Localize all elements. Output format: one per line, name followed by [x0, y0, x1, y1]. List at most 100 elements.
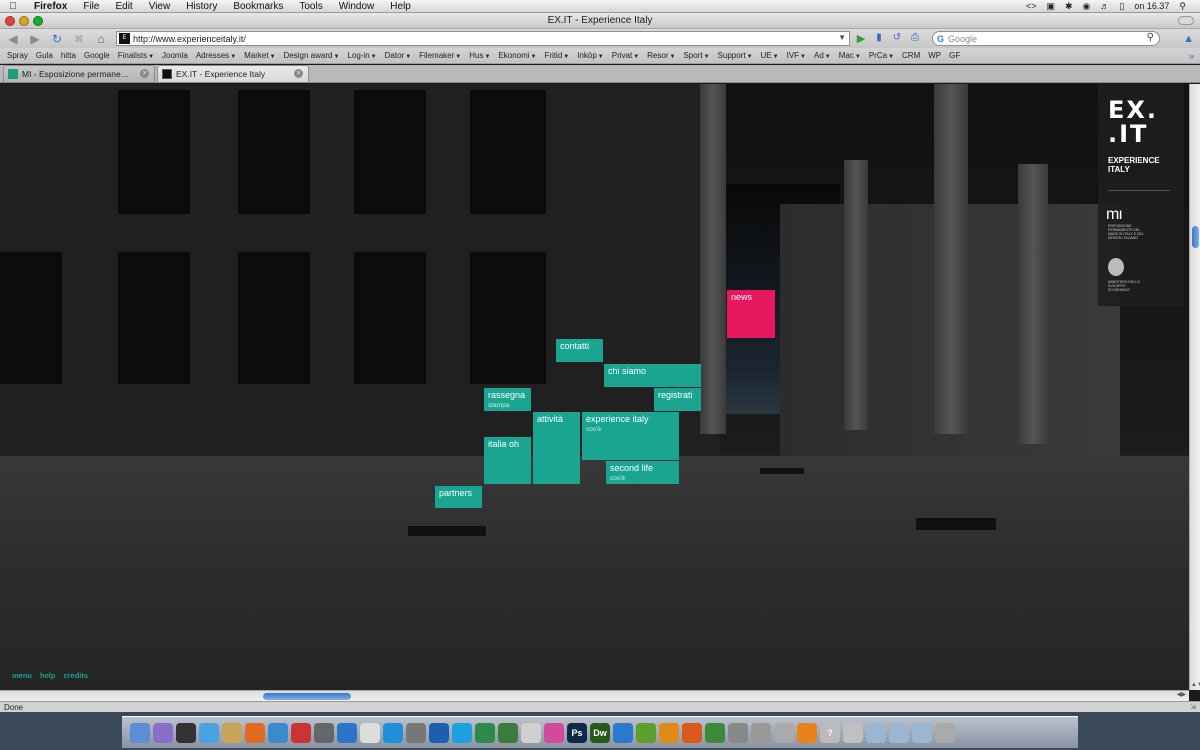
menu-app-firefox[interactable]: Firefox — [26, 0, 75, 13]
scroll-arrows-icon[interactable]: ▲▼ — [1191, 682, 1200, 688]
menu-window[interactable]: Window — [331, 0, 383, 13]
menu-file[interactable]: File — [75, 0, 107, 13]
bookmark-item[interactable]: Adresses▼ — [192, 51, 240, 60]
close-tab-icon[interactable]: × — [294, 69, 303, 78]
app-icon[interactable] — [383, 722, 403, 743]
bookmark-extension-icon[interactable]: ▮ — [872, 32, 886, 46]
menu-bookmarks[interactable]: Bookmarks — [225, 0, 291, 13]
menu-history[interactable]: History — [178, 0, 225, 13]
itunes-icon[interactable] — [268, 722, 288, 743]
app-icon[interactable] — [705, 722, 725, 743]
credits-link[interactable]: credits — [63, 671, 88, 680]
photobooth-icon[interactable] — [291, 722, 311, 743]
utility-icon[interactable] — [314, 722, 334, 743]
bookmark-item[interactable]: Gula — [32, 51, 57, 60]
sync-extension-icon[interactable]: ↺ — [890, 32, 904, 46]
url-bar[interactable]: E http://www.experienceitaly.it/ ▼ — [116, 31, 850, 46]
reload-button[interactable]: ↻ — [48, 31, 66, 47]
forward-button[interactable]: ▶ — [26, 31, 44, 47]
italia-oh-tile[interactable]: italia oh — [484, 437, 531, 484]
folder-icon[interactable] — [912, 722, 932, 743]
bookmark-item[interactable]: Market▼ — [240, 51, 279, 60]
bookmark-item[interactable]: Design award▼ — [280, 51, 344, 60]
app-icon[interactable] — [751, 722, 771, 743]
menu-tools[interactable]: Tools — [291, 0, 330, 13]
photoshop-icon[interactable]: Ps — [567, 722, 587, 743]
folder-icon[interactable] — [866, 722, 886, 743]
app-icon[interactable] — [475, 722, 495, 743]
app-icon[interactable] — [406, 722, 426, 743]
app-icon[interactable] — [544, 722, 564, 743]
url-text[interactable]: http://www.experienceitaly.it/ — [133, 34, 246, 44]
tab-exit[interactable]: EX.IT - Experience Italy × — [157, 65, 309, 82]
app-icon[interactable] — [682, 722, 702, 743]
menu-view[interactable]: View — [141, 0, 179, 13]
addon-icon[interactable]: ▲ — [1183, 33, 1194, 45]
registrati-tile[interactable]: registrati — [654, 388, 701, 411]
skype-icon[interactable] — [452, 722, 472, 743]
experience-italy-tile[interactable]: experience italy cos'è — [582, 412, 679, 460]
mi-logo[interactable]: mı — [1106, 206, 1123, 224]
stop-button[interactable]: ✖ — [70, 31, 88, 47]
app-icon[interactable] — [636, 722, 656, 743]
bookmark-item[interactable]: Sport▼ — [679, 51, 713, 60]
horizontal-scroll-thumb[interactable] — [263, 693, 351, 700]
bookmark-item[interactable]: Inköp▼ — [573, 51, 608, 60]
bookmark-item[interactable]: hitta — [57, 51, 80, 60]
bookmark-item[interactable]: Hus▼ — [465, 51, 494, 60]
app-icon[interactable] — [498, 722, 518, 743]
home-button[interactable]: ⌂ — [92, 31, 110, 47]
vlc-icon[interactable] — [797, 722, 817, 743]
app-icon[interactable] — [774, 722, 794, 743]
bookmark-item[interactable]: UE▼ — [757, 51, 783, 60]
google-engine-icon[interactable]: G — [937, 34, 944, 44]
news-tile[interactable]: news — [727, 290, 775, 338]
exit-logo[interactable]: EX. .IT — [1108, 98, 1158, 146]
attivita-tile[interactable]: attività — [533, 412, 580, 484]
safari-icon[interactable] — [199, 722, 219, 743]
go-button[interactable]: ▶ — [854, 32, 868, 45]
app-icon[interactable] — [843, 722, 863, 743]
close-tab-icon[interactable]: × — [140, 69, 149, 78]
second-life-tile[interactable]: second life cos'è — [606, 461, 679, 484]
bookmark-item[interactable]: GF — [945, 51, 964, 60]
bookmark-item[interactable]: Fritid▼ — [540, 51, 573, 60]
menu-link[interactable]: menu — [12, 671, 32, 680]
trash-icon[interactable] — [935, 722, 955, 743]
dashboard-icon[interactable] — [176, 722, 196, 743]
vertical-scrollbar[interactable]: ▲▼ — [1189, 84, 1200, 690]
bookmark-item[interactable]: IVF▼ — [783, 51, 810, 60]
bookmark-item[interactable]: Spray — [3, 51, 32, 60]
scroll-arrows-icon[interactable]: ◀▶ — [1177, 691, 1186, 698]
finder-icon[interactable] — [130, 722, 150, 743]
code-icon[interactable]: <> — [1026, 1, 1037, 11]
bookmark-item[interactable]: PrCa▼ — [865, 51, 898, 60]
site-logo-panel[interactable]: EX. .IT EXPERIENCE ITALY mı ESPOSIZIONE … — [1098, 84, 1184, 306]
bluetooth-icon[interactable]: ✱ — [1065, 1, 1073, 12]
print-icon[interactable]: ⎙ — [908, 32, 922, 46]
bookmark-item[interactable]: Filemaker▼ — [415, 51, 465, 60]
bookmark-item[interactable]: Resor▼ — [643, 51, 679, 60]
rassegna-stampa-tile[interactable]: rassegna stampa — [484, 388, 531, 411]
display-icon[interactable]: ▣ — [1046, 1, 1055, 12]
battery-icon[interactable]: ▯ — [1119, 1, 1124, 12]
vertical-scroll-thumb[interactable] — [1192, 226, 1199, 248]
chi-siamo-tile[interactable]: chi siamo — [604, 364, 701, 387]
partners-tile[interactable]: partners — [435, 486, 482, 508]
search-input[interactable]: G Google ⚲ — [932, 31, 1160, 46]
app-icon[interactable] — [429, 722, 449, 743]
horizontal-scrollbar[interactable]: ◀▶ — [0, 690, 1189, 701]
bookmark-item[interactable]: Privat▼ — [608, 51, 643, 60]
bookmark-item[interactable]: Joomla — [158, 51, 192, 60]
folder-icon[interactable] — [889, 722, 909, 743]
dreamweaver-icon[interactable]: Dw — [590, 722, 610, 743]
apple-icon[interactable]:  — [0, 1, 26, 12]
bookmark-item[interactable]: Ad▼ — [810, 51, 835, 60]
bookmark-item[interactable]: Google — [80, 51, 114, 60]
menu-edit[interactable]: Edit — [107, 0, 140, 13]
bookmark-item[interactable]: Mac▼ — [835, 51, 865, 60]
bookmarks-overflow-icon[interactable]: » — [1189, 51, 1194, 61]
clock-text[interactable]: on 16.37 — [1134, 1, 1169, 11]
contatti-tile[interactable]: contatti — [556, 339, 603, 362]
minimize-window-button[interactable] — [19, 16, 29, 26]
